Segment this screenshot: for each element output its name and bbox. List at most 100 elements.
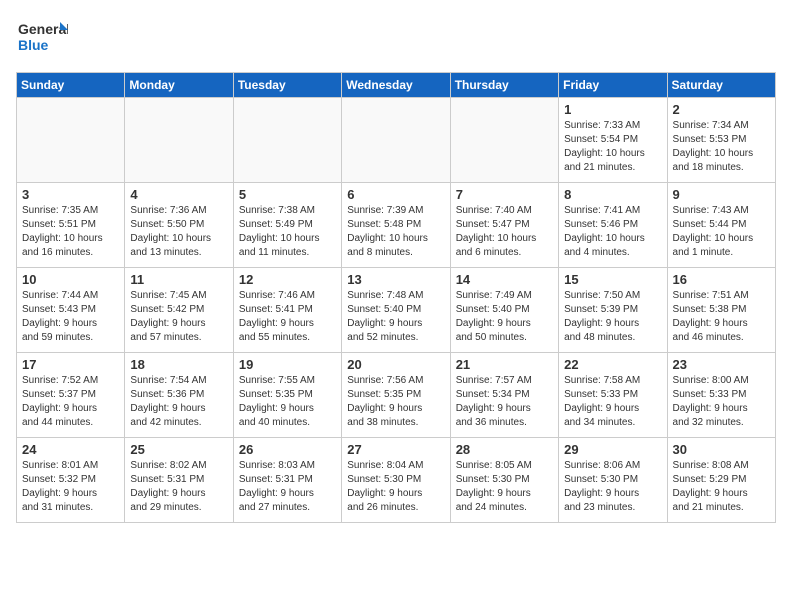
day-number: 13	[347, 272, 444, 287]
calendar-cell: 20Sunrise: 7:56 AMSunset: 5:35 PMDayligh…	[342, 353, 450, 438]
day-info: Sunrise: 8:01 AMSunset: 5:32 PMDaylight:…	[22, 459, 119, 515]
day-number: 9	[673, 187, 770, 202]
weekday-header-wednesday: Wednesday	[342, 73, 450, 98]
calendar-cell: 1Sunrise: 7:33 AMSunset: 5:54 PMDaylight…	[559, 98, 667, 183]
day-number: 22	[564, 357, 661, 372]
calendar-cell: 8Sunrise: 7:41 AMSunset: 5:46 PMDaylight…	[559, 183, 667, 268]
day-number: 23	[673, 357, 770, 372]
calendar-cell: 19 Sunrise: 7:55 AMSunset: 5:35 PMDayligh…	[233, 353, 341, 438]
day-info: Sunrise: 7:48 AMSunset: 5:40 PMDaylight:…	[347, 289, 444, 345]
day-number: 5	[239, 187, 336, 202]
day-info: Sunrise: 8:05 AMSunset: 5:30 PMDaylight:…	[456, 459, 553, 515]
day-number: 1	[564, 102, 661, 117]
day-info: Sunrise: 7:55 AMSunset: 5:35 PMDaylight:…	[239, 374, 336, 430]
calendar-cell	[17, 98, 125, 183]
calendar-cell: 9 Sunrise: 7:43 AMSunset: 5:44 PMDaylight…	[667, 183, 775, 268]
day-number: 15	[564, 272, 661, 287]
calendar-week-3: 10 Sunrise: 7:44 AMSunset: 5:43 PMDayligh…	[17, 268, 776, 353]
weekday-header-saturday: Saturday	[667, 73, 775, 98]
day-info: Sunrise: 7:43 AMSunset: 5:44 PMDaylight:…	[673, 204, 770, 260]
day-number: 4	[130, 187, 227, 202]
calendar-cell	[342, 98, 450, 183]
calendar-cell: 29 Sunrise: 8:06 AMSunset: 5:30 PMDayligh…	[559, 438, 667, 523]
calendar-cell: 26 Sunrise: 8:03 AMSunset: 5:31 PMDayligh…	[233, 438, 341, 523]
calendar-cell: 12 Sunrise: 7:46 AMSunset: 5:41 PMDayligh…	[233, 268, 341, 353]
day-info: Sunrise: 8:00 AMSunset: 5:33 PMDaylight:…	[673, 374, 770, 430]
day-info: Sunrise: 7:45 AMSunset: 5:42 PMDaylight:…	[130, 289, 227, 345]
day-info: Sunrise: 7:38 AMSunset: 5:49 PMDaylight:…	[239, 204, 336, 260]
day-number: 6	[347, 187, 444, 202]
day-number: 14	[456, 272, 553, 287]
calendar-cell: 23 Sunrise: 8:00 AMSunset: 5:33 PMDayligh…	[667, 353, 775, 438]
calendar-cell: 10 Sunrise: 7:44 AMSunset: 5:43 PMDayligh…	[17, 268, 125, 353]
day-info: Sunrise: 7:51 AMSunset: 5:38 PMDaylight:…	[673, 289, 770, 345]
day-info: Sunrise: 7:44 AMSunset: 5:43 PMDaylight:…	[22, 289, 119, 345]
calendar-cell	[450, 98, 558, 183]
weekday-header-sunday: Sunday	[17, 73, 125, 98]
day-number: 25	[130, 442, 227, 457]
calendar-cell: 24 Sunrise: 8:01 AMSunset: 5:32 PMDayligh…	[17, 438, 125, 523]
day-number: 29	[564, 442, 661, 457]
day-info: Sunrise: 7:36 AMSunset: 5:50 PMDaylight:…	[130, 204, 227, 260]
day-number: 11	[130, 272, 227, 287]
day-info: Sunrise: 7:49 AMSunset: 5:40 PMDaylight:…	[456, 289, 553, 345]
calendar-cell: 22 Sunrise: 7:58 AMSunset: 5:33 PMDayligh…	[559, 353, 667, 438]
day-info: Sunrise: 7:54 AMSunset: 5:36 PMDaylight:…	[130, 374, 227, 430]
day-number: 2	[673, 102, 770, 117]
calendar-cell: 18 Sunrise: 7:54 AMSunset: 5:36 PMDayligh…	[125, 353, 233, 438]
weekday-header-friday: Friday	[559, 73, 667, 98]
day-number: 12	[239, 272, 336, 287]
day-info: Sunrise: 7:39 AMSunset: 5:48 PMDaylight:…	[347, 204, 444, 260]
day-info: Sunrise: 7:57 AMSunset: 5:34 PMDaylight:…	[456, 374, 553, 430]
calendar-cell: 7 Sunrise: 7:40 AMSunset: 5:47 PMDaylight…	[450, 183, 558, 268]
svg-text:Blue: Blue	[18, 37, 49, 53]
calendar-cell: 4 Sunrise: 7:36 AMSunset: 5:50 PMDaylight…	[125, 183, 233, 268]
day-info: Sunrise: 8:06 AMSunset: 5:30 PMDaylight:…	[564, 459, 661, 515]
calendar-week-1: 1Sunrise: 7:33 AMSunset: 5:54 PMDaylight…	[17, 98, 776, 183]
calendar-table: SundayMondayTuesdayWednesdayThursdayFrid…	[16, 72, 776, 523]
calendar-cell: 3Sunrise: 7:35 AMSunset: 5:51 PMDaylight…	[17, 183, 125, 268]
day-info: Sunrise: 7:46 AMSunset: 5:41 PMDaylight:…	[239, 289, 336, 345]
calendar-week-5: 24 Sunrise: 8:01 AMSunset: 5:32 PMDayligh…	[17, 438, 776, 523]
calendar-cell: 2 Sunrise: 7:34 AMSunset: 5:53 PMDaylight…	[667, 98, 775, 183]
calendar-cell: 6 Sunrise: 7:39 AMSunset: 5:48 PMDaylight…	[342, 183, 450, 268]
day-number: 10	[22, 272, 119, 287]
calendar-cell: 11 Sunrise: 7:45 AMSunset: 5:42 PMDayligh…	[125, 268, 233, 353]
calendar-cell: 15 Sunrise: 7:50 AMSunset: 5:39 PMDayligh…	[559, 268, 667, 353]
calendar-header-row: SundayMondayTuesdayWednesdayThursdayFrid…	[17, 73, 776, 98]
day-number: 26	[239, 442, 336, 457]
day-info: Sunrise: 7:34 AMSunset: 5:53 PMDaylight:…	[673, 119, 770, 175]
day-number: 24	[22, 442, 119, 457]
day-info: Sunrise: 8:02 AMSunset: 5:31 PMDaylight:…	[130, 459, 227, 515]
calendar-cell: 13 Sunrise: 7:48 AMSunset: 5:40 PMDayligh…	[342, 268, 450, 353]
calendar-week-2: 3Sunrise: 7:35 AMSunset: 5:51 PMDaylight…	[17, 183, 776, 268]
day-info: Sunrise: 7:58 AMSunset: 5:33 PMDaylight:…	[564, 374, 661, 430]
day-info: Sunrise: 7:56 AMSunset: 5:35 PMDaylight:…	[347, 374, 444, 430]
calendar-cell: 21 Sunrise: 7:57 AMSunset: 5:34 PMDayligh…	[450, 353, 558, 438]
day-number: 17	[22, 357, 119, 372]
logo-svg-icon: General Blue	[16, 16, 68, 60]
calendar-cell: 28 Sunrise: 8:05 AMSunset: 5:30 PMDayligh…	[450, 438, 558, 523]
weekday-header-thursday: Thursday	[450, 73, 558, 98]
day-number: 27	[347, 442, 444, 457]
page-header: General Blue	[16, 16, 776, 60]
day-number: 7	[456, 187, 553, 202]
day-number: 16	[673, 272, 770, 287]
day-number: 21	[456, 357, 553, 372]
day-info: Sunrise: 7:41 AMSunset: 5:46 PMDaylight:…	[564, 204, 661, 260]
day-number: 30	[673, 442, 770, 457]
calendar-cell: 5 Sunrise: 7:38 AMSunset: 5:49 PMDaylight…	[233, 183, 341, 268]
calendar-cell: 27 Sunrise: 8:04 AMSunset: 5:30 PMDayligh…	[342, 438, 450, 523]
day-info: Sunrise: 7:50 AMSunset: 5:39 PMDaylight:…	[564, 289, 661, 345]
day-number: 18	[130, 357, 227, 372]
calendar-cell: 16 Sunrise: 7:51 AMSunset: 5:38 PMDayligh…	[667, 268, 775, 353]
day-info: Sunrise: 8:04 AMSunset: 5:30 PMDaylight:…	[347, 459, 444, 515]
calendar-cell: 17Sunrise: 7:52 AMSunset: 5:37 PMDayligh…	[17, 353, 125, 438]
day-number: 28	[456, 442, 553, 457]
calendar-week-4: 17Sunrise: 7:52 AMSunset: 5:37 PMDayligh…	[17, 353, 776, 438]
day-info: Sunrise: 8:03 AMSunset: 5:31 PMDaylight:…	[239, 459, 336, 515]
day-info: Sunrise: 7:40 AMSunset: 5:47 PMDaylight:…	[456, 204, 553, 260]
day-number: 19	[239, 357, 336, 372]
weekday-header-tuesday: Tuesday	[233, 73, 341, 98]
day-info: Sunrise: 8:08 AMSunset: 5:29 PMDaylight:…	[673, 459, 770, 515]
